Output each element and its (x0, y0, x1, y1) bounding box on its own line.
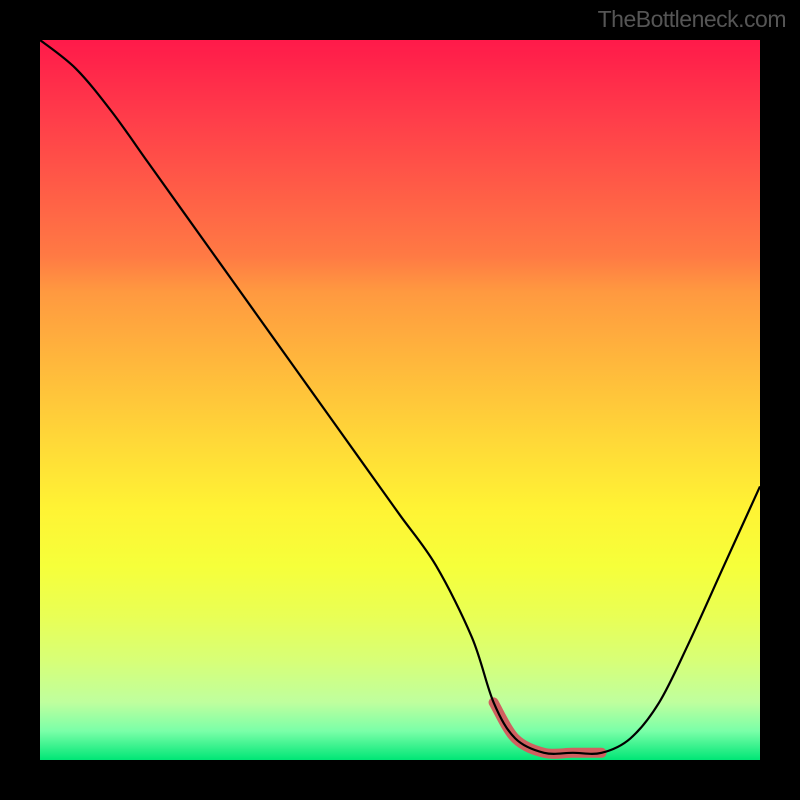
optimal-range-highlight (494, 702, 602, 753)
watermark-text: TheBottleneck.com (598, 6, 786, 33)
chart-plot-area (40, 40, 760, 760)
chart-svg (40, 40, 760, 760)
bottleneck-curve-line (40, 40, 760, 754)
